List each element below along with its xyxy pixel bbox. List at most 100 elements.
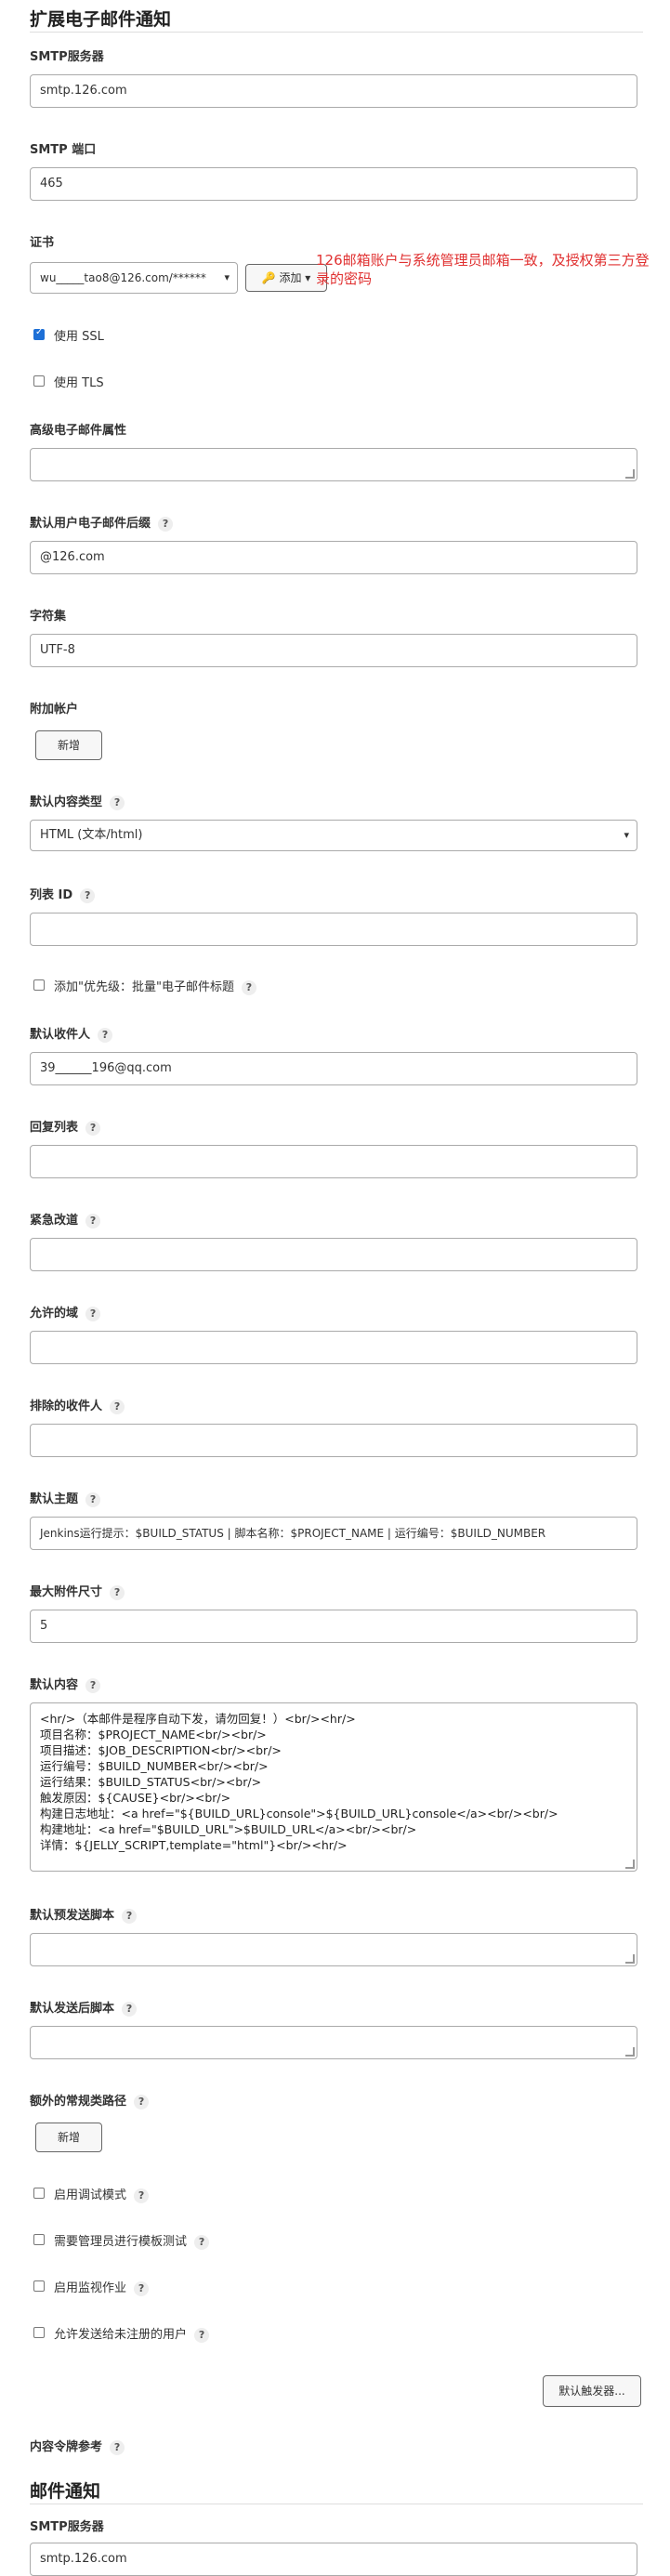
- advanced-props-textarea[interactable]: [30, 448, 637, 481]
- admin-required-checkbox[interactable]: [33, 2234, 45, 2245]
- help-icon[interactable]: ?: [85, 1492, 101, 1507]
- default-content-line: 项目名称：$PROJECT_NAME<br/><br/>: [40, 1728, 267, 1741]
- resize-handle[interactable]: [625, 469, 635, 479]
- default-content-line: <hr/>（本邮件是程序自动下发，请勿回复！）<br/><hr/>: [40, 1712, 356, 1726]
- credentials-select[interactable]: wu_____tao8@126.com/****** ▾: [30, 262, 238, 294]
- add-credentials-label: 添加: [279, 271, 302, 284]
- default-recipients-input[interactable]: 39______196@qq.com: [30, 1052, 637, 1085]
- unregistered-label-text: 允许发送给未注册的用户: [54, 2328, 188, 2342]
- ssl-checkbox[interactable]: [33, 327, 45, 340]
- section-title-email-notification: 邮件通知: [30, 2481, 101, 2502]
- default-subject-input[interactable]: Jenkins运行提示：$BUILD_STATUS | 脚本名称：$PROJEC…: [30, 1517, 637, 1550]
- default-triggers-button[interactable]: 默认触发器...: [543, 2375, 641, 2407]
- help-icon[interactable]: ?: [110, 1584, 125, 1600]
- excluded-recipients-label-text: 排除的收件人: [30, 1400, 103, 1413]
- token-ref-label: 内容令牌参考?: [30, 2437, 125, 2455]
- help-icon[interactable]: ?: [122, 2001, 138, 2017]
- charset-input[interactable]: UTF-8: [30, 634, 637, 667]
- help-icon[interactable]: ?: [85, 1306, 101, 1321]
- max-attachment-label-text: 最大附件尺寸: [30, 1585, 103, 1599]
- help-icon[interactable]: ?: [241, 979, 256, 995]
- emergency-reroute-label: 紧急改道?: [30, 1210, 101, 1229]
- classpath-label-text: 额外的常规类路径: [30, 2095, 127, 2109]
- chevron-down-icon: ▾: [224, 271, 230, 283]
- default-content-line: 构建地址：<a href="$BUILD_URL">$BUILD_URL</a>…: [40, 1822, 417, 1836]
- default-subject-label-text: 默认主题: [30, 1492, 79, 1506]
- debug-mode-label: 启用调试模式?: [54, 2185, 150, 2203]
- resize-handle[interactable]: [625, 2047, 635, 2057]
- resize-handle[interactable]: [625, 1860, 635, 1869]
- resize-handle[interactable]: [625, 1954, 635, 1964]
- add-classpath-button[interactable]: 新增: [35, 2123, 102, 2152]
- help-icon[interactable]: ?: [98, 1027, 113, 1043]
- precedence-label: 添加"优先级：批量"电子邮件标题?: [54, 977, 256, 995]
- allowed-domains-input[interactable]: [30, 1331, 637, 1364]
- content-type-select[interactable]: HTML (文本/html) ▾: [30, 820, 637, 851]
- debug-mode-checkbox[interactable]: [33, 2188, 45, 2199]
- token-ref-label-text: 内容令牌参考: [30, 2440, 103, 2454]
- list-id-label: 列表 ID?: [30, 885, 96, 903]
- default-suffix-label-text: 默认用户电子邮件后缀: [30, 517, 151, 531]
- post-send-script-textarea[interactable]: [30, 2026, 637, 2059]
- help-icon[interactable]: ?: [194, 2327, 210, 2343]
- help-icon[interactable]: ?: [85, 1213, 101, 1229]
- allowed-domains-label: 允许的域?: [30, 1303, 101, 1321]
- advanced-props-label: 高级电子邮件属性: [30, 424, 127, 438]
- default-content-line: 构建日志地址：<a href="${BUILD_URL}console">${B…: [40, 1807, 558, 1820]
- help-icon[interactable]: ?: [194, 2234, 210, 2250]
- max-attachment-input[interactable]: 5: [30, 1610, 637, 1643]
- precedence-checkbox[interactable]: [33, 979, 45, 991]
- reply-to-label-text: 回复列表: [30, 1121, 79, 1135]
- help-icon[interactable]: ?: [134, 2188, 150, 2203]
- unregistered-checkbox[interactable]: [33, 2327, 45, 2338]
- smtp-server2-label: SMTP服务器: [30, 2520, 104, 2534]
- help-icon[interactable]: ?: [158, 516, 174, 532]
- max-attachment-label: 最大附件尺寸?: [30, 1582, 125, 1600]
- pre-send-script-textarea[interactable]: [30, 1933, 637, 1966]
- smtp-server-input[interactable]: smtp.126.com: [30, 74, 637, 108]
- post-send-script-label: 默认发送后脚本?: [30, 1998, 138, 2017]
- default-content-line: 运行编号：$BUILD_NUMBER<br/><br/>: [40, 1759, 269, 1773]
- admin-required-label: 需要管理员进行模板测试?: [54, 2231, 210, 2250]
- default-content-text: <hr/>（本邮件是程序自动下发，请勿回复！）<br/><hr/> 项目名称：$P…: [31, 1703, 637, 1860]
- help-icon[interactable]: ?: [110, 2439, 125, 2455]
- content-type-selected: HTML (文本/html): [40, 828, 143, 842]
- tls-label: 使用 TLS: [54, 376, 104, 390]
- smtp-port-label: SMTP 端口: [30, 143, 97, 157]
- chevron-down-icon: ▾: [305, 271, 311, 284]
- default-suffix-input[interactable]: @126.com: [30, 541, 637, 574]
- default-content-label-text: 默认内容: [30, 1678, 79, 1692]
- page: 扩展电子邮件通知 SMTP服务器 smtp.126.com SMTP 端口 46…: [0, 0, 670, 2576]
- reply-to-label: 回复列表?: [30, 1117, 101, 1136]
- help-icon[interactable]: ?: [80, 887, 96, 903]
- help-icon[interactable]: ?: [134, 2280, 150, 2296]
- extra-accounts-label: 附加帐户: [30, 703, 79, 716]
- help-icon[interactable]: ?: [85, 1120, 101, 1136]
- section-title-extended-email: 扩展电子邮件通知: [30, 9, 172, 30]
- debug-mode-label-text: 启用调试模式: [54, 2188, 127, 2202]
- section-divider: [30, 32, 643, 33]
- reply-to-input[interactable]: [30, 1145, 637, 1178]
- smtp-port-input[interactable]: 465: [30, 167, 637, 201]
- help-icon[interactable]: ?: [110, 1399, 125, 1414]
- add-credentials-button[interactable]: 🔑 添加 ▾: [245, 264, 327, 292]
- help-icon[interactable]: ?: [134, 2094, 150, 2109]
- allowed-domains-label-text: 允许的域: [30, 1307, 79, 1321]
- pre-send-script-label: 默认预发送脚本?: [30, 1905, 138, 1924]
- tls-checkbox[interactable]: [33, 375, 45, 387]
- help-icon[interactable]: ?: [122, 1908, 138, 1924]
- charset-label: 字符集: [30, 610, 67, 624]
- emergency-reroute-input[interactable]: [30, 1238, 637, 1271]
- default-content-label: 默认内容?: [30, 1675, 101, 1693]
- default-content-line: 触发原因：${CAUSE}<br/><br/>: [40, 1791, 231, 1805]
- smtp-server2-input[interactable]: smtp.126.com: [30, 2543, 637, 2576]
- watching-label: 启用监视作业?: [54, 2278, 150, 2296]
- add-account-button[interactable]: 新增: [35, 730, 102, 760]
- default-content-textarea[interactable]: <hr/>（本邮件是程序自动下发，请勿回复！）<br/><hr/> 项目名称：$P…: [30, 1702, 637, 1872]
- help-icon[interactable]: ?: [85, 1677, 101, 1693]
- default-recipients-label: 默认收件人?: [30, 1024, 113, 1043]
- list-id-input[interactable]: [30, 913, 637, 946]
- excluded-recipients-input[interactable]: [30, 1424, 637, 1457]
- help-icon[interactable]: ?: [110, 795, 125, 810]
- watching-checkbox[interactable]: [33, 2280, 45, 2292]
